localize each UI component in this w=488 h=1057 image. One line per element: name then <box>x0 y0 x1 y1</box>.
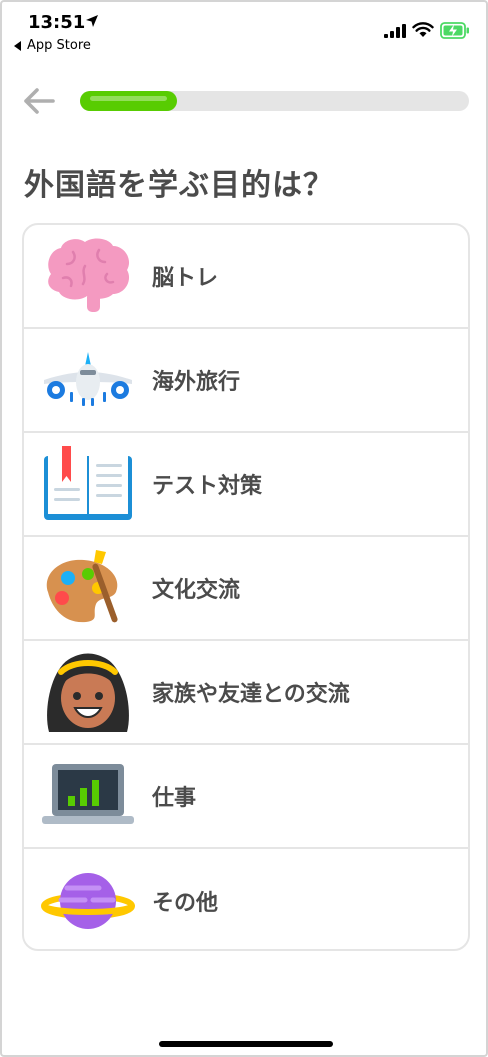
option-travel[interactable]: 海外旅行 <box>24 329 468 433</box>
cellular-signal-icon <box>384 24 406 38</box>
page-title: 外国語を学ぶ目的は？ <box>24 168 334 203</box>
option-label: 家族や友達との交流 <box>152 682 350 707</box>
status-time: 13:51 <box>28 12 86 33</box>
planet-icon <box>41 873 135 929</box>
option-label: 文化交流 <box>152 578 241 603</box>
option-label: テスト対策 <box>152 474 263 499</box>
option-test-prep[interactable]: テスト対策 <box>24 433 468 537</box>
status-bar: 13:51 App Store <box>2 2 486 62</box>
purpose-options-list: 脳トレ 海外旅行 テスト対策 文化交流 家族や友達との交流 仕事 その他 <box>22 223 470 951</box>
brain-icon <box>48 238 130 312</box>
back-to-app-store-link[interactable]: App Store <box>14 38 91 53</box>
progress-bar-fill <box>80 91 178 111</box>
option-label: 仕事 <box>152 786 197 811</box>
option-family-friends[interactable]: 家族や友達との交流 <box>24 641 468 745</box>
app-screen: 13:51 App Store 外国語を学ぶ目的は？ 脳トレ 海外旅行 テスト対… <box>0 0 488 1057</box>
battery-charging-icon <box>440 22 469 39</box>
back-arrow-button[interactable] <box>22 86 56 116</box>
option-label: 脳トレ <box>152 266 219 291</box>
paint-palette-icon <box>46 550 118 623</box>
option-other[interactable]: その他 <box>24 849 468 949</box>
airplane-icon <box>44 352 132 406</box>
option-label: 海外旅行 <box>152 370 241 395</box>
wifi-icon <box>412 22 434 37</box>
location-arrow-icon <box>86 15 98 27</box>
home-indicator[interactable] <box>159 1041 333 1047</box>
option-brain-training[interactable]: 脳トレ <box>24 225 468 329</box>
option-label: その他 <box>152 891 219 916</box>
laptop-chart-icon <box>42 764 134 824</box>
back-app-label: App Store <box>27 38 91 53</box>
option-work[interactable]: 仕事 <box>24 745 468 849</box>
back-triangle-icon <box>14 40 21 51</box>
lesson-progress-bar <box>80 91 469 111</box>
book-icon <box>44 446 132 520</box>
option-culture[interactable]: 文化交流 <box>24 537 468 641</box>
person-face-icon <box>47 653 129 732</box>
